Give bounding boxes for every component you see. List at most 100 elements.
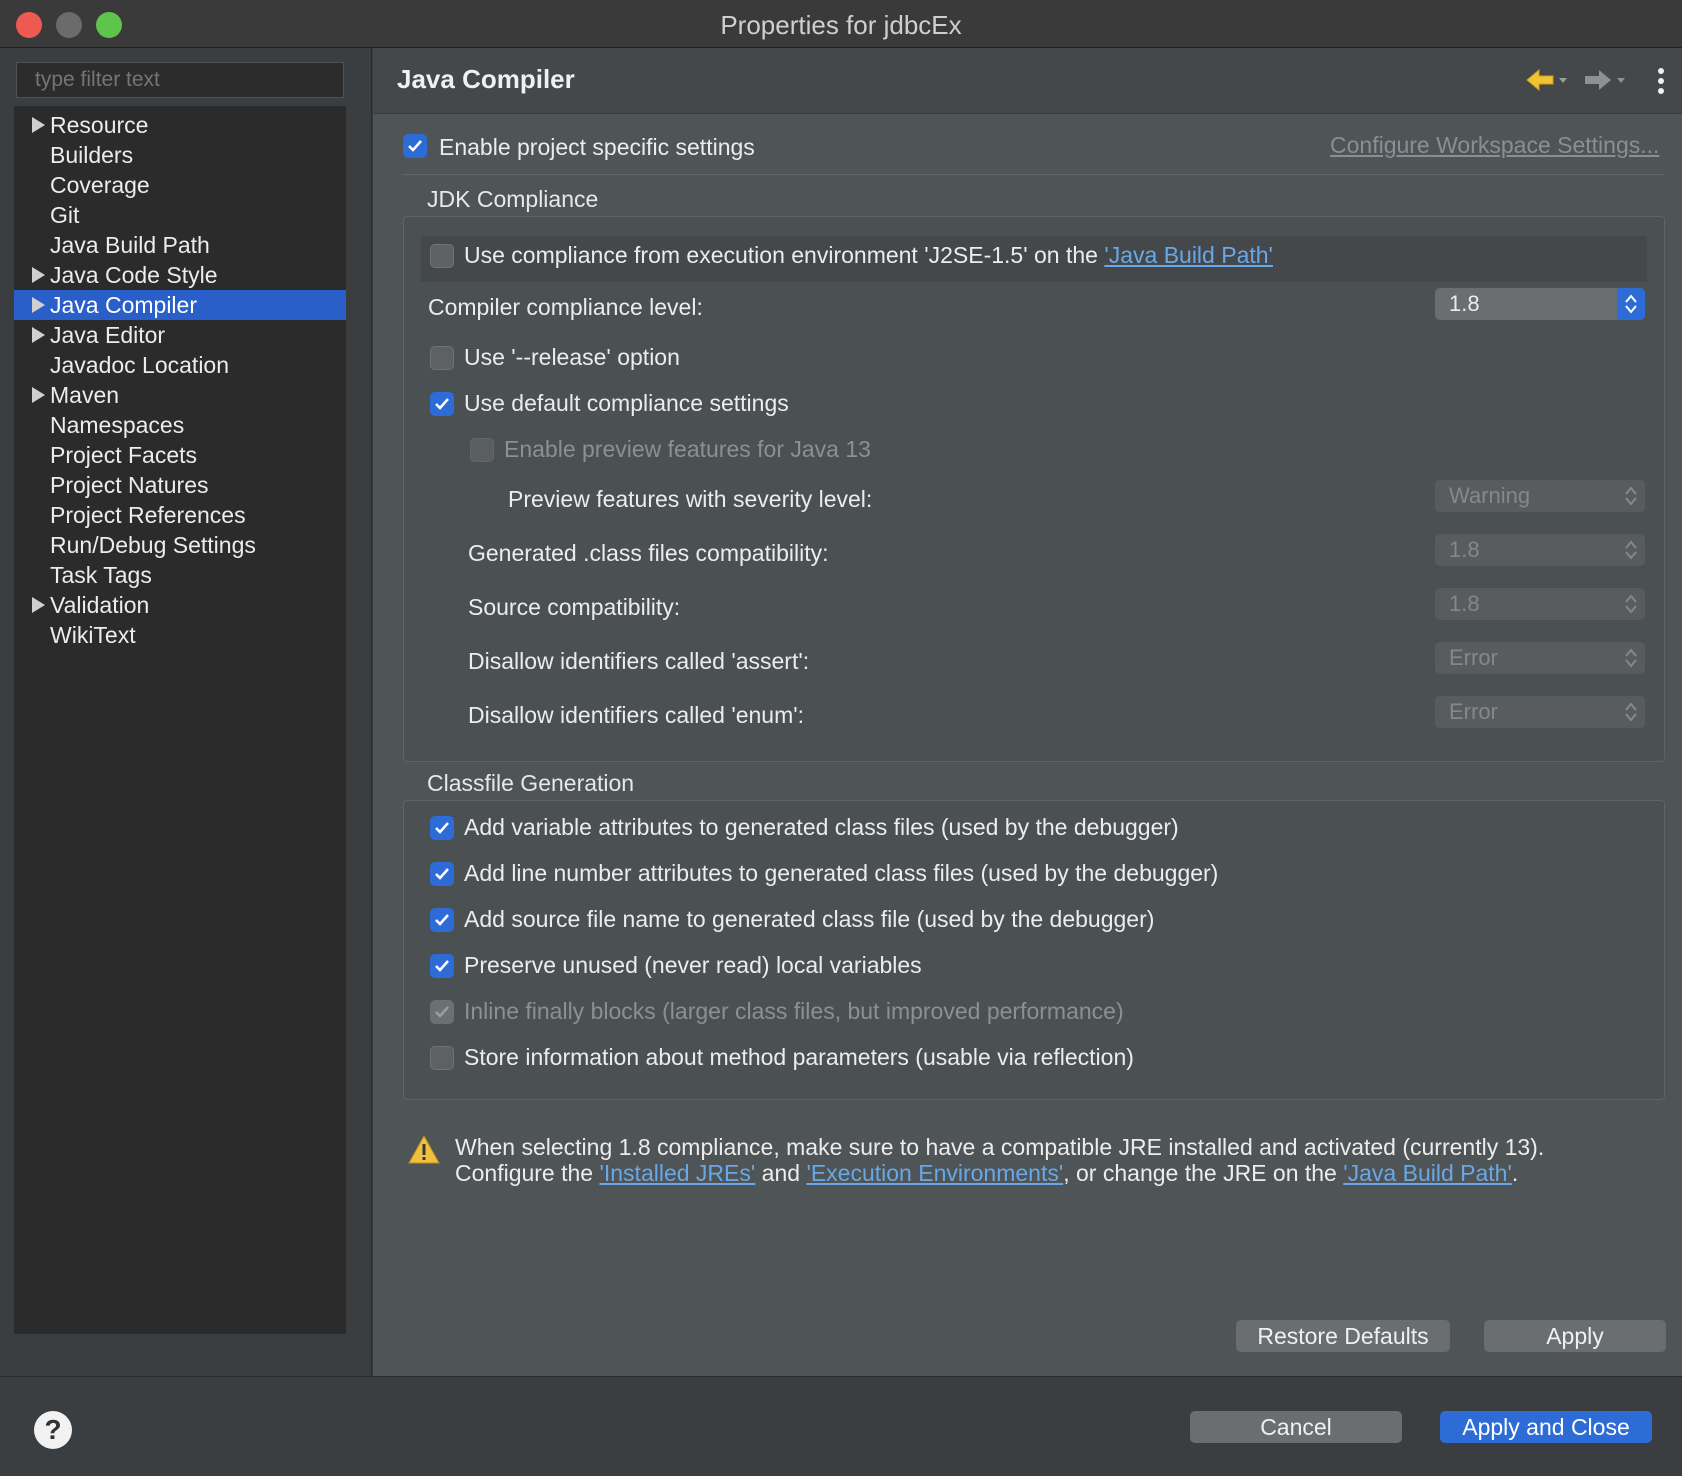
source-compat-select[interactable]: 1.8: [1435, 588, 1645, 620]
expand-arrow-icon[interactable]: [32, 387, 45, 403]
sidebar-item-label: WikiText: [50, 622, 136, 648]
warning-line-2: Configure the 'Installed JREs' and 'Exec…: [455, 1160, 1519, 1186]
sidebar-item-project-natures[interactable]: Project Natures: [14, 470, 346, 500]
classfile-option-label[interactable]: Store information about method parameter…: [464, 1044, 1134, 1071]
compliance-level-label: Compiler compliance level:: [428, 294, 703, 320]
classfile-option-checkbox[interactable]: [430, 954, 454, 978]
classfile-option-checkbox[interactable]: [430, 1000, 454, 1024]
enum-identifier-label: Disallow identifiers called 'enum':: [468, 702, 805, 728]
classfile-option-label[interactable]: Add source file name to generated class …: [464, 906, 1154, 933]
class-compat-value: 1.8: [1449, 537, 1480, 562]
page-title: Java Compiler: [397, 64, 575, 94]
classfile-option-label[interactable]: Preserve unused (never read) local varia…: [464, 952, 922, 979]
sidebar-item-namespaces[interactable]: Namespaces: [14, 410, 346, 440]
default-compliance-checkbox[interactable]: [430, 392, 454, 416]
filter-input[interactable]: [16, 62, 344, 98]
sidebar-item-java-editor[interactable]: Java Editor: [14, 320, 346, 350]
assert-identifier-select[interactable]: Error: [1435, 642, 1645, 674]
configure-workspace-settings-link[interactable]: Configure Workspace Settings...: [1330, 132, 1659, 159]
use-env-compliance-label[interactable]: Use compliance from execution environmen…: [464, 242, 1273, 269]
class-compat-select[interactable]: 1.8: [1435, 534, 1645, 566]
classfile-option-checkbox[interactable]: [430, 1046, 454, 1070]
classfile-option-checkbox[interactable]: [430, 862, 454, 886]
back-button[interactable]: [1523, 64, 1583, 98]
sidebar-item-run-debug-settings[interactable]: Run/Debug Settings: [14, 530, 346, 560]
classfile-option-label[interactable]: Inline finally blocks (larger class file…: [464, 998, 1124, 1025]
chevron-updown-icon: [1625, 486, 1637, 506]
forward-arrow-icon: [1585, 70, 1625, 90]
classfile-option-checkbox[interactable]: [430, 816, 454, 840]
sidebar-item-label: Maven: [50, 382, 120, 408]
classfile-option-label[interactable]: Add variable attributes to generated cla…: [464, 814, 1179, 841]
expand-arrow-icon[interactable]: [32, 297, 45, 313]
sidebar-item-label: Java Code Style: [50, 262, 218, 288]
use-env-compliance-checkbox[interactable]: [430, 244, 454, 268]
properties-dialog: Properties for jdbcEx Resource Builders Co…: [0, 0, 1682, 1476]
class-compat-label: Generated .class files compatibility:: [468, 540, 829, 566]
sidebar-item-resource[interactable]: Resource: [14, 110, 346, 140]
sidebar-item-task-tags[interactable]: Task Tags: [14, 560, 346, 590]
title-bar: Properties for jdbcEx: [0, 0, 1682, 48]
preference-page: Java Compiler Enable project specific se…: [373, 48, 1682, 1376]
sidebar-item-label: Resource: [50, 112, 149, 138]
sidebar-item-project-facets[interactable]: Project Facets: [14, 440, 346, 470]
sidebar-item-project-references[interactable]: Project References: [14, 500, 346, 530]
sidebar-item-java-code-style[interactable]: Java Code Style: [14, 260, 346, 290]
checkmark-icon: [435, 822, 449, 834]
separator: [403, 174, 1665, 175]
classfile-option-checkbox[interactable]: [430, 908, 454, 932]
window-title: Properties for jdbcEx: [720, 10, 962, 40]
restore-defaults-button[interactable]: Restore Defaults: [1236, 1320, 1450, 1352]
jdk-compliance-title: JDK Compliance: [427, 186, 599, 212]
expand-arrow-icon[interactable]: [32, 597, 45, 613]
chevron-updown-icon: [1625, 294, 1637, 314]
java-build-path-warning-link[interactable]: 'Java Build Path': [1343, 1160, 1512, 1186]
preview-features-checkbox[interactable]: [470, 438, 494, 462]
forward-button[interactable]: [1581, 64, 1641, 98]
sidebar-item-builders[interactable]: Builders: [14, 140, 346, 170]
sidebar-item-java-build-path[interactable]: Java Build Path: [14, 230, 346, 260]
sidebar-item-coverage[interactable]: Coverage: [14, 170, 346, 200]
help-icon[interactable]: ?: [34, 1411, 72, 1449]
sidebar-item-label: Project Natures: [50, 472, 209, 498]
compliance-level-select[interactable]: 1.8: [1435, 288, 1645, 320]
dialog-footer: ? Cancel Apply and Close: [0, 1376, 1682, 1476]
sidebar-item-maven[interactable]: Maven: [14, 380, 346, 410]
view-menu-button[interactable]: [1653, 66, 1669, 98]
checkmark-icon: [435, 960, 449, 972]
release-option-checkbox[interactable]: [430, 346, 454, 370]
back-arrow-icon: [1526, 68, 1567, 92]
enum-identifier-select[interactable]: Error: [1435, 696, 1645, 728]
classfile-option-label[interactable]: Add line number attributes to generated …: [464, 860, 1218, 887]
expand-arrow-icon[interactable]: [32, 117, 45, 133]
expand-arrow-icon[interactable]: [32, 267, 45, 283]
execution-environments-link[interactable]: 'Execution Environments': [806, 1160, 1063, 1186]
sidebar-item-git[interactable]: Git: [14, 200, 346, 230]
sidebar-item-javadoc-location[interactable]: Javadoc Location: [14, 350, 346, 380]
apply-and-close-button[interactable]: Apply and Close: [1440, 1411, 1652, 1443]
sidebar-item-label: Project Facets: [50, 442, 197, 468]
release-option-label[interactable]: Use '--release' option: [464, 344, 680, 371]
java-build-path-link[interactable]: 'Java Build Path': [1104, 242, 1273, 268]
chevron-updown-icon: [1625, 540, 1637, 560]
compliance-level-value: 1.8: [1449, 291, 1480, 316]
severity-level-select[interactable]: Warning: [1435, 480, 1645, 512]
enable-project-specific-label[interactable]: Enable project specific settings: [439, 134, 755, 161]
severity-level-dropdown: [1617, 480, 1645, 512]
assert-identifier-value: Error: [1449, 645, 1498, 670]
cancel-button[interactable]: Cancel: [1190, 1411, 1402, 1443]
sidebar-item-validation[interactable]: Validation: [14, 590, 346, 620]
warning-icon: [408, 1134, 440, 1166]
checkmark-icon: [408, 140, 422, 152]
expand-arrow-icon[interactable]: [32, 327, 45, 343]
category-panel: Resource Builders Coverage Git Java Build Pa…: [0, 48, 372, 1376]
enable-project-specific-checkbox[interactable]: [403, 134, 427, 158]
sidebar-item-wikitext[interactable]: WikiText: [14, 620, 346, 650]
sidebar-item-java-compiler[interactable]: Java Compiler: [14, 290, 346, 320]
installed-jres-link[interactable]: 'Installed JREs': [599, 1160, 755, 1186]
compliance-level-dropdown[interactable]: [1617, 288, 1645, 320]
default-compliance-label[interactable]: Use default compliance settings: [464, 390, 789, 417]
sidebar-item-label: Git: [50, 202, 80, 228]
apply-button[interactable]: Apply: [1484, 1320, 1666, 1352]
assert-identifier-label: Disallow identifiers called 'assert':: [468, 648, 810, 674]
